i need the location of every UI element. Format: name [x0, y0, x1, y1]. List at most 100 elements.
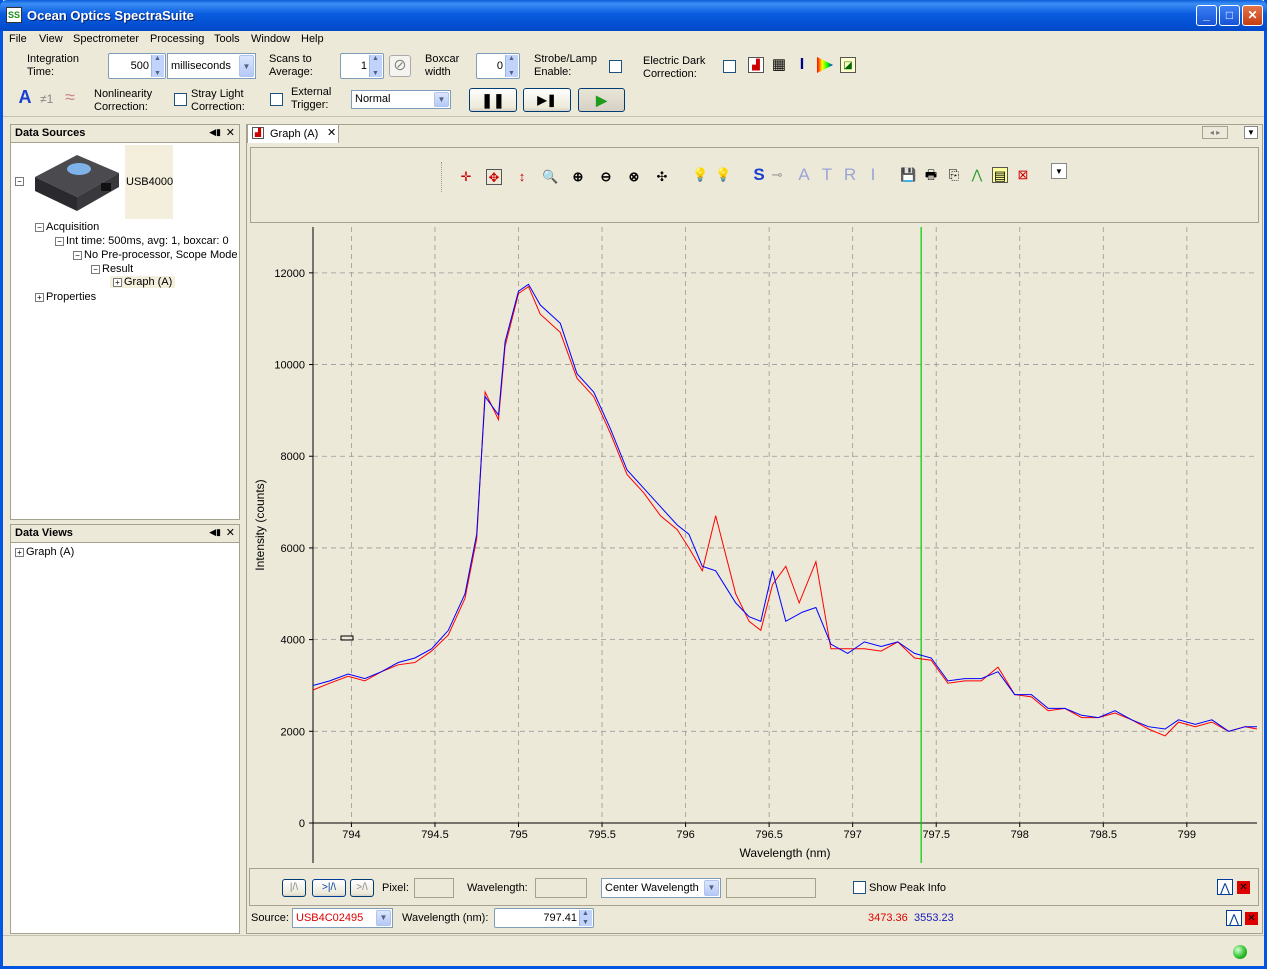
toolbar-menu-chevron-icon[interactable]: ▼ — [1051, 163, 1067, 179]
maximize-button[interactable]: □ — [1219, 5, 1240, 26]
reflection-mode-icon[interactable]: R — [842, 166, 858, 183]
nonlinearity-label: Nonlinearity Correction: — [94, 88, 153, 113]
probe-icon[interactable]: ⊸ — [769, 167, 785, 183]
tree-toggle-device[interactable]: − — [15, 175, 26, 187]
tree-item-result[interactable]: − Result — [91, 263, 133, 275]
chevron-down-icon[interactable]: ▼ — [239, 55, 254, 77]
close-tab-icon[interactable]: ✕ — [327, 127, 336, 140]
close-icon[interactable]: ✕ — [226, 126, 235, 139]
x-tick-label: 794 — [342, 829, 360, 841]
x-tick-label: 796 — [676, 829, 694, 841]
spinner-arrows-icon[interactable] — [505, 55, 518, 77]
crosshair-icon[interactable]: ✛ — [458, 169, 474, 185]
zoom-in-icon[interactable]: ⊕ — [570, 169, 586, 185]
not-equal-one-icon[interactable]: ≠1 — [40, 93, 53, 106]
tree-item-int-time[interactable]: − Int time: 500ms, avg: 1, boxcar: 0 — [55, 235, 229, 247]
tab-graph-a[interactable]: ▟ Graph (A) ✕ — [247, 124, 339, 143]
menu-spectrometer[interactable]: Spectrometer — [73, 33, 139, 45]
tree-item-graph-view[interactable]: + Graph (A) — [15, 546, 74, 558]
electric-dark-checkbox[interactable] — [723, 60, 736, 73]
close-source-bar-icon[interactable]: ✕ — [1245, 912, 1258, 925]
spectrum-chart[interactable]: 794 794.5 795 795.5 796 796.5 797 797.5 798 798.5… — [247, 225, 1262, 867]
close-peak-bar-icon[interactable]: ✕ — [1237, 881, 1250, 894]
cursor-peak-icon[interactable]: ⋀ — [1226, 910, 1242, 926]
peak-value-field[interactable] — [726, 878, 816, 898]
delete-overlay-icon[interactable]: ⊠ — [1015, 167, 1031, 183]
color-triangle-icon[interactable] — [817, 57, 833, 73]
tree-item-properties[interactable]: + Properties — [35, 291, 96, 303]
minimize-button[interactable]: _ — [1196, 5, 1217, 26]
table-view-icon[interactable]: ▦ — [771, 57, 787, 73]
tab-scroll-arrows-icon[interactable]: ◂ ▸ — [1202, 126, 1228, 139]
tree-item-graph[interactable]: + Graph (A) — [110, 276, 176, 288]
boxcar-width-spinner[interactable]: 0 — [476, 53, 520, 79]
menu-window[interactable]: Window — [251, 33, 290, 45]
trigger-mode-select[interactable]: Normal ▼ — [351, 90, 451, 109]
text-view-icon[interactable]: I — [794, 57, 810, 73]
y-tick-label: 12000 — [274, 268, 305, 280]
text-a-icon[interactable]: A — [17, 88, 33, 106]
strobe-lamp-checkbox[interactable] — [609, 60, 622, 73]
absorbance-mode-icon[interactable]: A — [796, 166, 812, 183]
pixel-label: Pixel: — [382, 882, 409, 894]
disabled-circle-icon[interactable]: ⊘ — [389, 55, 411, 77]
save-icon[interactable]: 💾 — [900, 167, 916, 183]
spinner-arrows-icon[interactable] — [369, 55, 382, 77]
menu-processing[interactable]: Processing — [150, 33, 204, 45]
peak-shape-icon[interactable]: ⋀ — [1217, 879, 1233, 895]
fit-vertical-icon[interactable]: ↕ — [514, 169, 530, 185]
zoom-reset-icon[interactable]: ⊗ — [626, 169, 642, 185]
wave-icon[interactable]: ≈ — [62, 88, 78, 106]
single-step-button[interactable]: ▶❚ — [523, 88, 571, 112]
bulb-off-icon[interactable]: 💡 — [692, 167, 708, 183]
tab-list-chevron-icon[interactable]: ▼ — [1244, 126, 1258, 139]
integration-units-select[interactable]: milliseconds ▼ — [167, 53, 256, 79]
previous-peak-button[interactable]: |/\ — [282, 879, 306, 897]
pin-icon[interactable]: ◀▮ — [209, 127, 221, 138]
scans-to-average-spinner[interactable]: 1 — [340, 53, 384, 79]
export-icon[interactable]: ▤ — [992, 167, 1008, 183]
chevron-down-icon[interactable]: ▼ — [704, 880, 719, 896]
bulb-on-icon[interactable]: 💡 — [715, 167, 731, 183]
show-peak-info-checkbox[interactable] — [853, 881, 866, 894]
peak-wavelength-field[interactable] — [535, 878, 587, 898]
pause-button[interactable]: ❚❚ — [469, 88, 517, 112]
close-button[interactable]: ✕ — [1242, 5, 1263, 26]
chevron-down-icon[interactable]: ▼ — [376, 910, 391, 926]
play-button[interactable]: ▶ — [578, 88, 625, 112]
menu-help[interactable]: Help — [301, 33, 324, 45]
zoom-box-icon[interactable]: 🔍 — [542, 169, 558, 185]
wavelength-spinner[interactable]: 797.41 — [494, 908, 594, 928]
tree-item-preprocessor[interactable]: − No Pre-processor, Scope Mode — [73, 249, 237, 261]
source-select[interactable]: USB4C02495 ▼ — [292, 908, 393, 928]
next-peak-button[interactable]: >/\ — [350, 879, 374, 897]
title-bar[interactable]: SS Ocean Optics SpectraSuite _ □ ✕ — [0, 0, 1267, 31]
peak-mode-select[interactable]: Center Wavelength ▼ — [601, 878, 721, 898]
menu-view[interactable]: View — [39, 33, 63, 45]
menu-tools[interactable]: Tools — [214, 33, 240, 45]
pixel-field[interactable] — [414, 878, 454, 898]
irradiance-mode-icon[interactable]: I — [865, 166, 881, 183]
center-peak-button[interactable]: >|/\ — [312, 879, 346, 897]
pin-icon[interactable]: ◀▮ — [209, 527, 221, 538]
nonlinearity-checkbox[interactable] — [174, 93, 187, 106]
peak-icon[interactable]: ⋀ — [969, 167, 985, 183]
fit-both-icon[interactable]: ✥ — [486, 169, 502, 185]
chart-overlay-icon[interactable]: ◪ — [840, 57, 856, 73]
chevron-down-icon[interactable]: ▼ — [434, 92, 449, 107]
menu-file[interactable]: File — [9, 33, 27, 45]
scope-mode-icon[interactable]: S — [751, 166, 767, 183]
transmission-mode-icon[interactable]: T — [819, 166, 835, 183]
device-label[interactable]: USB4000 — [126, 176, 173, 188]
spinner-arrows-icon[interactable] — [579, 910, 592, 926]
spinner-arrows-icon[interactable] — [151, 55, 164, 77]
zoom-out-icon[interactable]: ⊖ — [598, 169, 614, 185]
graph-view-icon[interactable]: ▟ — [748, 57, 764, 73]
print-icon[interactable]: 🖶 — [923, 167, 939, 183]
copy-icon[interactable]: ⎘ — [946, 167, 962, 183]
integration-time-spinner[interactable]: 500 — [108, 53, 166, 79]
close-icon[interactable]: ✕ — [226, 526, 235, 539]
stray-light-checkbox[interactable] — [270, 93, 283, 106]
tree-item-acquisition[interactable]: − Acquisition — [35, 221, 99, 233]
pan-icon[interactable]: ✣ — [654, 169, 670, 185]
